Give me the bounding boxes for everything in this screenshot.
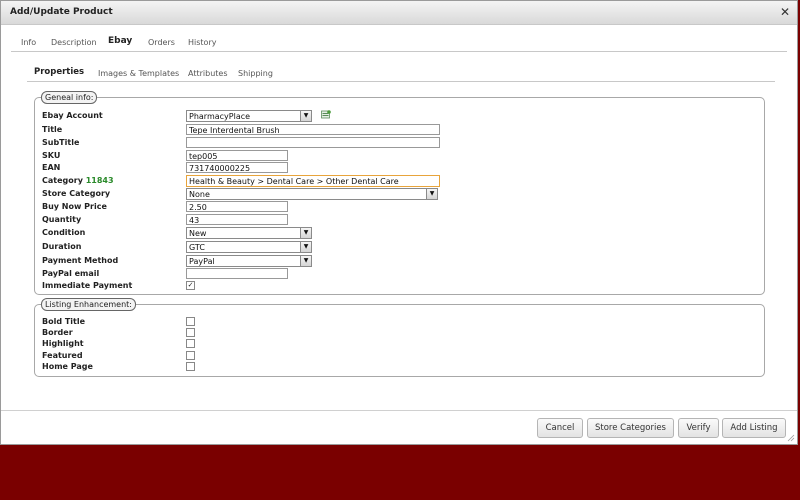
general-info-legend: Geneal info: bbox=[41, 91, 98, 104]
home-page-label: Home Page bbox=[42, 362, 93, 371]
immediate-payment-checkbox[interactable]: ✓ bbox=[186, 281, 195, 290]
chevron-down-icon: ▼ bbox=[300, 242, 311, 252]
highlight-checkbox[interactable] bbox=[186, 339, 195, 348]
paypal-email-field[interactable] bbox=[186, 268, 288, 279]
duration-select[interactable]: GTC ▼ bbox=[186, 241, 312, 253]
tab-history[interactable]: History bbox=[188, 38, 216, 47]
featured-checkbox[interactable] bbox=[186, 351, 195, 360]
tab-properties[interactable]: Properties bbox=[34, 67, 84, 77]
tab-description[interactable]: Description bbox=[51, 38, 97, 47]
sku-label: SKU bbox=[42, 151, 61, 160]
refresh-icon[interactable] bbox=[321, 110, 331, 119]
store-categories-button[interactable]: Store Categories bbox=[587, 418, 674, 438]
chevron-down-icon: ▼ bbox=[300, 256, 311, 266]
sub-tabs: Properties Images & Templates Attributes… bbox=[27, 63, 775, 82]
cancel-button[interactable]: Cancel bbox=[537, 418, 583, 438]
buy-now-price-field[interactable]: 2.50 bbox=[186, 201, 288, 212]
add-update-product-dialog: Add/Update Product ✕ Info Description Eb… bbox=[0, 0, 798, 445]
ebay-account-label: Ebay Account bbox=[42, 111, 103, 120]
ean-field[interactable]: 731740000225 bbox=[186, 162, 288, 173]
chevron-down-icon: ▼ bbox=[300, 228, 311, 238]
verify-button[interactable]: Verify bbox=[678, 418, 719, 438]
category-label-text: Category bbox=[42, 176, 83, 185]
border-label: Border bbox=[42, 328, 73, 337]
bold-title-checkbox[interactable] bbox=[186, 317, 195, 326]
ean-label: EAN bbox=[42, 163, 61, 172]
tab-images-templates[interactable]: Images & Templates bbox=[98, 69, 179, 78]
payment-method-label: Payment Method bbox=[42, 256, 119, 265]
store-category-select[interactable]: None ▼ bbox=[186, 188, 438, 200]
tab-attributes[interactable]: Attributes bbox=[188, 69, 228, 78]
featured-label: Featured bbox=[42, 351, 83, 360]
subtitle-field[interactable] bbox=[186, 137, 440, 148]
main-tabs: Info Description Ebay Orders History bbox=[11, 33, 787, 52]
add-listing-button[interactable]: Add Listing bbox=[722, 418, 786, 438]
border-checkbox[interactable] bbox=[186, 328, 195, 337]
sku-field[interactable]: tep005 bbox=[186, 150, 288, 161]
category-field[interactable]: Health & Beauty > Dental Care > Other De… bbox=[186, 175, 440, 187]
close-icon[interactable]: ✕ bbox=[780, 5, 790, 19]
tab-info[interactable]: Info bbox=[21, 38, 36, 47]
quantity-field[interactable]: 43 bbox=[186, 214, 288, 225]
bold-title-label: Bold Title bbox=[42, 317, 86, 326]
tab-ebay[interactable]: Ebay bbox=[108, 36, 132, 46]
paypal-email-label: PayPal email bbox=[42, 269, 100, 278]
buy-now-price-label: Buy Now Price bbox=[42, 202, 107, 211]
listing-enhancement-legend: Listing Enhancement: bbox=[41, 298, 137, 311]
tab-shipping[interactable]: Shipping bbox=[238, 69, 273, 78]
tab-orders[interactable]: Orders bbox=[148, 38, 175, 47]
duration-value: GTC bbox=[189, 243, 205, 252]
chevron-down-icon: ▼ bbox=[426, 189, 437, 199]
immediate-payment-label: Immediate Payment bbox=[42, 281, 133, 290]
check-icon: ✓ bbox=[187, 281, 194, 289]
ebay-account-select[interactable]: PharmacyPlace ▼ bbox=[186, 110, 312, 122]
chevron-down-icon: ▼ bbox=[300, 111, 311, 121]
quantity-label: Quantity bbox=[42, 215, 82, 224]
listing-enhancement-section: Listing Enhancement: bbox=[34, 298, 765, 377]
title-label: Title bbox=[42, 125, 63, 134]
store-category-value: None bbox=[189, 190, 210, 199]
category-number: 11843 bbox=[85, 176, 114, 185]
payment-method-value: PayPal bbox=[189, 257, 215, 266]
duration-label: Duration bbox=[42, 242, 82, 251]
subtitle-label: SubTitle bbox=[42, 138, 80, 147]
condition-value: New bbox=[189, 229, 207, 238]
store-category-label: Store Category bbox=[42, 189, 111, 198]
home-page-checkbox[interactable] bbox=[186, 362, 195, 371]
dialog-titlebar: Add/Update Product ✕ bbox=[1, 1, 797, 25]
dialog-title: Add/Update Product bbox=[10, 7, 113, 17]
resize-grip-icon[interactable] bbox=[787, 434, 795, 442]
category-label: Category 11843 bbox=[42, 176, 114, 185]
condition-select[interactable]: New ▼ bbox=[186, 227, 312, 239]
condition-label: Condition bbox=[42, 228, 86, 237]
highlight-label: Highlight bbox=[42, 339, 84, 348]
payment-method-select[interactable]: PayPal ▼ bbox=[186, 255, 312, 267]
ebay-account-value: PharmacyPlace bbox=[189, 112, 251, 121]
title-field[interactable]: Tepe Interdental Brush bbox=[186, 124, 440, 135]
footer-divider bbox=[1, 410, 797, 411]
